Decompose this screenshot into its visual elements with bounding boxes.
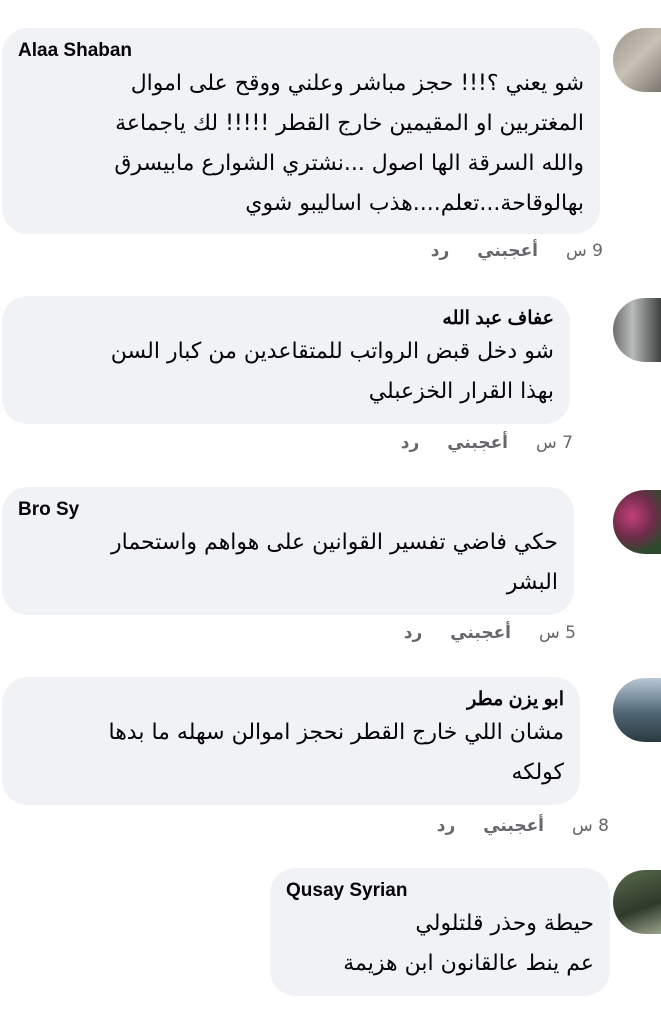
- comment-actions: 7 س أعجبني رد: [401, 433, 573, 453]
- comment-author[interactable]: Alaa Shaban: [18, 38, 584, 64]
- comment-author[interactable]: Bro Sy: [18, 497, 558, 523]
- comment-text-line: المغتربين او المقيمين خارج القطر !!!!! ل…: [115, 111, 584, 136]
- commenter-avatar[interactable]: [613, 28, 661, 92]
- reply-link[interactable]: رد: [431, 241, 450, 261]
- like-link[interactable]: أعجبني: [477, 241, 538, 261]
- comment-bubble: Alaa Shaban شو يعني ؟!!! حجز مباشر وعلني…: [2, 28, 600, 234]
- comment-text-line: مشان اللي خارج القطر نحجز اموالن سهله ما…: [108, 720, 564, 745]
- comment-text-line: والله السرقة الها اصول ...نشتري الشوارع …: [114, 151, 584, 176]
- comment-text-line: كولكه: [511, 760, 565, 785]
- commenter-avatar[interactable]: [613, 870, 661, 934]
- like-link[interactable]: أعجبني: [483, 816, 544, 836]
- reply-link[interactable]: رد: [401, 433, 420, 453]
- comment-timestamp[interactable]: 5 س: [539, 623, 576, 643]
- commenter-avatar[interactable]: [613, 678, 661, 742]
- comment-bubble: ابو يزن مطر مشان اللي خارج القطر نحجز ام…: [2, 677, 580, 805]
- comment-timestamp[interactable]: 9 س: [566, 241, 603, 261]
- comment-author[interactable]: ابو يزن مطر: [18, 687, 564, 713]
- like-link[interactable]: أعجبني: [450, 623, 511, 643]
- comment-actions: 9 س أعجبني رد: [431, 241, 603, 261]
- like-link[interactable]: أعجبني: [447, 433, 508, 453]
- commenter-avatar[interactable]: [613, 298, 661, 362]
- comment-bubble: Bro Sy حكي فاضي تفسير القوانين على هواهم…: [2, 487, 574, 615]
- comment-author[interactable]: Qusay Syrian: [286, 878, 594, 904]
- comment-text-line: شو يعني ؟!!! حجز مباشر وعلني ووقح على ام…: [130, 71, 584, 96]
- comment-text-line: عم ينط عالقانون ابن هزيمة: [343, 951, 594, 976]
- comment-text-line: حكي فاضي تفسير القوانين على هواهم واستحم…: [111, 530, 558, 555]
- comment-bubble: عفاف عبد الله شو دخل قبض الرواتب للمتقاع…: [2, 296, 570, 424]
- commenter-avatar[interactable]: [613, 490, 661, 554]
- reply-link[interactable]: رد: [437, 816, 456, 836]
- comment-bubble: Qusay Syrian حيطة وحذر قلتلولي عم ينط عا…: [270, 868, 610, 996]
- comment-author[interactable]: عفاف عبد الله: [18, 306, 554, 332]
- comment-text-line: حيطة وحذر قلتلولي: [415, 911, 594, 936]
- comment-text-line: بهالوقاحة...تعلم....هذب اساليبو شوي: [245, 191, 584, 216]
- comment-timestamp[interactable]: 7 س: [536, 433, 573, 453]
- reply-link[interactable]: رد: [404, 623, 423, 643]
- comment-actions: 8 س أعجبني رد: [437, 816, 609, 836]
- comment-text-line: شو دخل قبض الرواتب للمتقاعدين من كبار ال…: [110, 339, 554, 364]
- comment-text-line: بهذا القرار الخزعبلي: [368, 379, 554, 404]
- comment-actions: 5 س أعجبني رد: [404, 623, 576, 643]
- comment-text-line: البشر: [506, 570, 558, 595]
- comment-timestamp[interactable]: 8 س: [572, 816, 609, 836]
